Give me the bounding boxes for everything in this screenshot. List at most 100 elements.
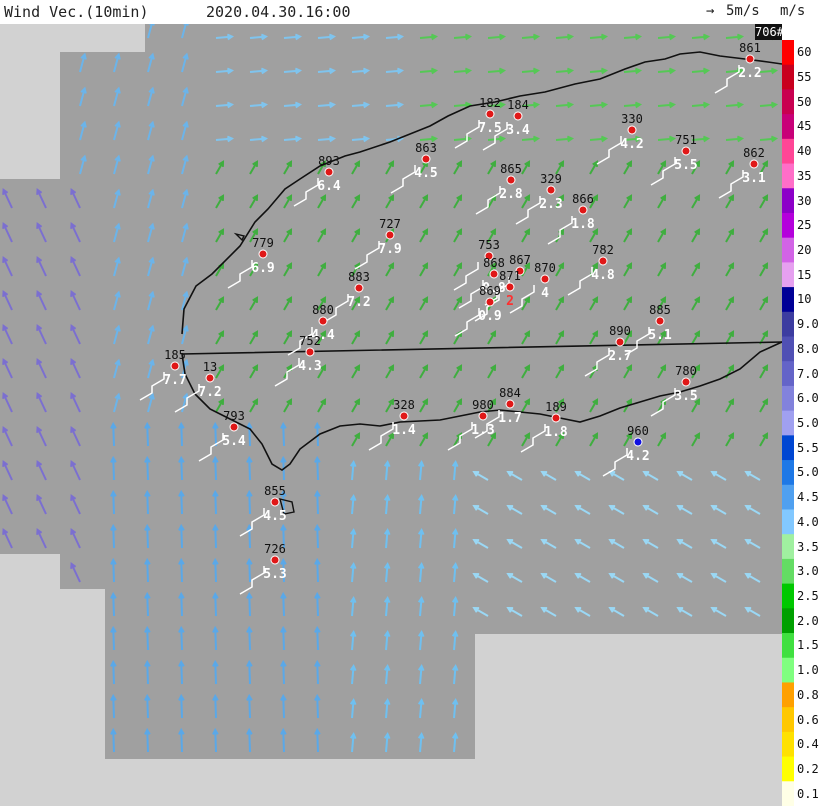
wind-arrow bbox=[112, 423, 115, 447]
wind-arrow bbox=[146, 661, 149, 685]
wind-arrow bbox=[316, 729, 319, 753]
station-id: 189 bbox=[545, 400, 567, 414]
wind-arrow bbox=[180, 695, 183, 719]
wind-arrow bbox=[316, 491, 319, 515]
legend-label: 1.5 bbox=[797, 638, 819, 653]
station-marker bbox=[485, 109, 495, 119]
color-legend: 60 55 50 45 40 35 30 25 20 15 10 9.0 8.0 7.0 6.0 5.0 5.5… bbox=[782, 40, 827, 806]
legend-label: 55 bbox=[797, 70, 812, 85]
station-wind-speed: 1.8 bbox=[544, 425, 568, 440]
legend-swatch bbox=[782, 435, 794, 461]
station-id: 865 bbox=[500, 162, 522, 176]
station-marker bbox=[478, 411, 488, 421]
wind-arrow bbox=[282, 729, 285, 753]
station-wind-speed: 4.2 bbox=[626, 449, 649, 464]
wind-arrow bbox=[282, 627, 285, 651]
station-wind-speed: 3.4 bbox=[506, 123, 530, 138]
station-wind-speed: 2.3 bbox=[539, 197, 562, 212]
station-wind-speed: 2.2 bbox=[738, 66, 761, 81]
station-id: 869 bbox=[479, 284, 501, 298]
wind-arrow bbox=[180, 491, 183, 515]
station-id: 328 bbox=[393, 398, 415, 412]
wind-arrow bbox=[214, 423, 217, 447]
wind-arrow bbox=[214, 593, 217, 617]
station-wind-speed: 4.5 bbox=[414, 166, 437, 181]
station-marker bbox=[615, 337, 625, 347]
station-marker bbox=[305, 347, 315, 357]
wind-arrow bbox=[146, 525, 149, 549]
wind-arrow bbox=[180, 559, 183, 583]
station-id: 751 bbox=[675, 133, 697, 147]
station-marker bbox=[421, 154, 431, 164]
station-marker bbox=[633, 437, 643, 447]
legend-swatch bbox=[782, 583, 794, 609]
station-wind-speed: 4.3 bbox=[298, 359, 321, 374]
wind-arrow bbox=[214, 627, 217, 651]
wind-arrow bbox=[316, 695, 319, 719]
legend-swatch bbox=[782, 558, 794, 585]
station-id: 726 bbox=[264, 542, 286, 556]
wind-arrow bbox=[214, 729, 217, 753]
wind-arrow bbox=[112, 559, 115, 583]
legend-swatch bbox=[782, 262, 794, 288]
legend-label: 3.5 bbox=[797, 539, 819, 554]
station-id: 866 bbox=[572, 192, 594, 206]
wind-arrow bbox=[214, 457, 217, 481]
station-id: 330 bbox=[621, 112, 643, 126]
legend-label: 9.0 bbox=[797, 317, 819, 332]
station-wind-speed: 7.2 bbox=[198, 385, 221, 400]
legend-label: 40 bbox=[797, 144, 812, 159]
wind-arrow bbox=[316, 525, 319, 549]
wind-arrow bbox=[282, 423, 285, 447]
station-wind-speed: 1.8 bbox=[571, 217, 595, 232]
station-id: 960 bbox=[627, 424, 649, 438]
station-marker bbox=[205, 373, 215, 383]
station-wind-speed: 3.1 bbox=[742, 171, 766, 186]
station-wind-speed: 1.7 bbox=[498, 411, 521, 426]
wind-arrow bbox=[146, 593, 149, 617]
wind-arrow bbox=[146, 695, 149, 719]
station-marker bbox=[513, 111, 523, 121]
station-wind-speed: 3.5 bbox=[674, 389, 697, 404]
station-marker bbox=[489, 269, 499, 279]
legend-label: 0.8 bbox=[797, 687, 819, 702]
station-marker bbox=[681, 377, 691, 387]
station-id: 893 bbox=[318, 154, 340, 168]
legend-label: 20 bbox=[797, 243, 812, 258]
station-marker bbox=[385, 230, 395, 240]
legend-label: 45 bbox=[797, 119, 812, 134]
legend-swatch bbox=[782, 40, 794, 66]
legend-label: 0.1 bbox=[797, 786, 819, 801]
station-id: 870 bbox=[534, 261, 556, 275]
wind-arrow bbox=[146, 491, 149, 515]
legend-label: 8.0 bbox=[797, 341, 819, 356]
legend-label: 35 bbox=[797, 168, 812, 183]
wind-arrow bbox=[112, 525, 115, 549]
wind-arrow bbox=[248, 729, 251, 753]
station-marker bbox=[506, 175, 516, 185]
legend-swatch bbox=[782, 336, 794, 362]
wind-arrow bbox=[214, 695, 217, 719]
legend-swatch bbox=[782, 460, 794, 486]
wind-arrow bbox=[316, 457, 319, 481]
wind-arrow bbox=[214, 491, 217, 515]
wind-arrow bbox=[248, 661, 251, 685]
station-id: 862 bbox=[743, 146, 765, 160]
wind-arrow bbox=[214, 525, 217, 549]
station-wind-speed: 6.9 bbox=[251, 261, 274, 276]
wind-vector-map: 8612.21827.51843.43304.2 7515.58623.18936… bbox=[0, 24, 782, 806]
legend-label: 5.0 bbox=[797, 416, 819, 430]
scale-label: 5m/s bbox=[726, 3, 760, 19]
legend-label: 0.6 bbox=[797, 712, 819, 727]
station-marker bbox=[578, 205, 588, 215]
legend-swatch bbox=[782, 64, 794, 90]
wind-arrow bbox=[146, 559, 149, 583]
station-id: 884 bbox=[499, 386, 521, 400]
station-id: 855 bbox=[264, 484, 286, 498]
legend-swatch bbox=[782, 731, 794, 758]
station-wind-speed: 4.5 bbox=[263, 509, 286, 524]
station-wind-speed: 4.8 bbox=[591, 268, 615, 283]
legend-label: 30 bbox=[797, 193, 812, 208]
wind-arrow bbox=[248, 457, 251, 481]
station-wind-speed: 5.4 bbox=[222, 434, 246, 449]
